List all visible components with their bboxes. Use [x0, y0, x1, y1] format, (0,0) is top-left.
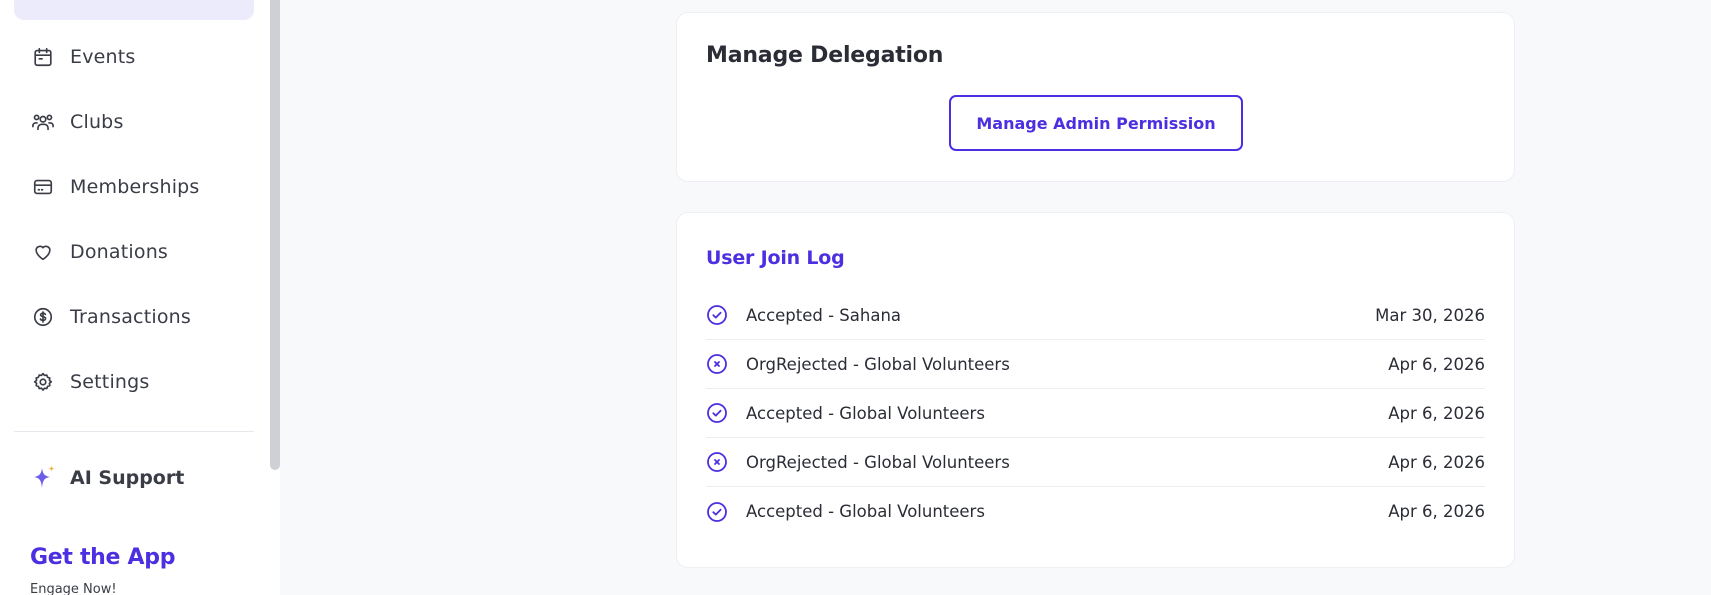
log-entry-text: OrgRejected - Global Volunteers: [746, 354, 1010, 374]
x-circle-icon: [706, 451, 728, 473]
get-the-app-heading: Get the App: [30, 545, 176, 570]
sidebar-item-memberships[interactable]: Memberships: [14, 154, 254, 219]
sidebar-item-dashboard-active[interactable]: [14, 0, 254, 20]
log-entry-date: Apr 6, 2026: [1388, 502, 1485, 521]
manage-delegation-title: Manage Delegation: [706, 43, 944, 68]
calendar-icon: [30, 44, 56, 70]
list-item: Accepted - Global Volunteers Apr 6, 2026: [706, 389, 1485, 438]
user-join-log-title: User Join Log: [706, 247, 845, 269]
heart-icon: [30, 239, 56, 265]
sidebar-item-transactions[interactable]: Transactions: [14, 284, 254, 349]
manage-delegation-card: Manage Delegation Manage Admin Permissio…: [676, 12, 1515, 182]
log-entry-text: Accepted - Global Volunteers: [746, 403, 985, 423]
list-item: Accepted - Sahana Mar 30, 2026: [706, 291, 1485, 340]
sidebar-item-label: Donations: [70, 240, 169, 263]
list-item: OrgRejected - Global Volunteers Apr 6, 2…: [706, 438, 1485, 487]
sparkle-icon: [30, 464, 58, 492]
check-circle-icon: [706, 304, 728, 326]
check-circle-icon: [706, 501, 728, 523]
list-item: Accepted - Global Volunteers Apr 6, 2026: [706, 487, 1485, 536]
log-entry-date: Apr 6, 2026: [1388, 354, 1485, 374]
sidebar-item-label: Settings: [70, 370, 150, 393]
sidebar-item-label: Memberships: [70, 175, 200, 198]
dollar-circle-icon: [30, 304, 56, 330]
sidebar-item-clubs[interactable]: Clubs: [14, 89, 254, 154]
card-icon: [30, 174, 56, 200]
list-item: OrgRejected - Global Volunteers Apr 6, 2…: [706, 340, 1485, 389]
gear-icon: [30, 369, 56, 395]
sidebar-scrollbar-thumb[interactable]: [270, 0, 280, 470]
sidebar: Events Clubs Memberships Donations Trans…: [0, 0, 270, 595]
sidebar-divider: [14, 431, 254, 432]
log-entry-text: Accepted - Global Volunteers: [746, 502, 985, 521]
ai-support-button[interactable]: AI Support: [30, 464, 184, 492]
sidebar-item-label: Clubs: [70, 110, 124, 133]
users-group-icon: [30, 109, 56, 135]
sidebar-item-settings[interactable]: Settings: [14, 349, 254, 414]
ai-support-label: AI Support: [70, 467, 185, 489]
log-entry-date: Apr 6, 2026: [1388, 403, 1485, 423]
engage-now-text: Engage Now!: [30, 582, 117, 595]
sidebar-item-events[interactable]: Events: [14, 24, 254, 89]
check-circle-icon: [706, 402, 728, 424]
log-entry-date: Mar 30, 2026: [1375, 305, 1485, 325]
log-entry-text: OrgRejected - Global Volunteers: [746, 452, 1010, 472]
x-circle-icon: [706, 353, 728, 375]
join-log-list: Accepted - Sahana Mar 30, 2026 OrgReject…: [706, 291, 1485, 536]
manage-admin-permission-button[interactable]: Manage Admin Permission: [949, 95, 1243, 151]
log-entry-text: Accepted - Sahana: [746, 305, 902, 325]
sidebar-item-donations[interactable]: Donations: [14, 219, 254, 284]
sidebar-item-label: Transactions: [70, 305, 191, 328]
log-entry-date: Apr 6, 2026: [1388, 452, 1485, 472]
sidebar-nav: Events Clubs Memberships Donations Trans…: [14, 24, 254, 414]
user-join-log-card: User Join Log Accepted - Sahana Mar 30, …: [676, 212, 1515, 568]
sidebar-item-label: Events: [70, 45, 136, 68]
